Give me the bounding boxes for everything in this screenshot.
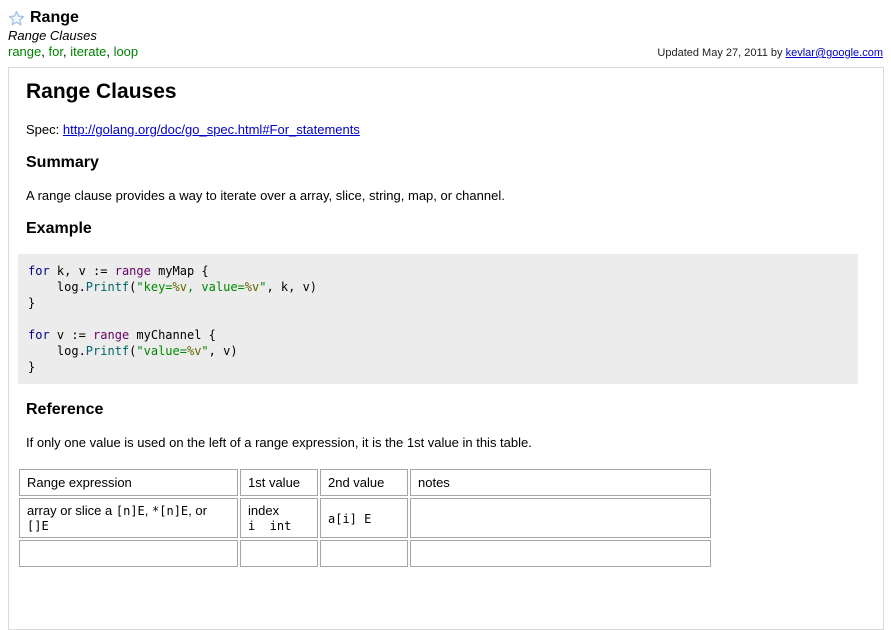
table-cell: [240, 540, 318, 567]
table-cell: [410, 540, 711, 567]
table-row: array or slice a [n]E, *[n]E, or []E ind…: [19, 498, 711, 538]
spec-link[interactable]: http://golang.org/doc/go_spec.html#For_s…: [63, 122, 360, 137]
code-token: myChannel {: [129, 328, 216, 342]
document-title: Range Clauses: [26, 79, 866, 104]
code-token: , k, v): [266, 280, 317, 294]
code-line-blank: [28, 311, 848, 327]
table-cell: [320, 540, 408, 567]
code-line: for v := range myChannel {: [28, 327, 848, 343]
code-line: for k, v := range myMap {: [28, 263, 848, 279]
title-line: Range: [8, 9, 883, 27]
cell-code: []E: [27, 519, 49, 533]
table-cell-2nd-value: a[i] E: [320, 498, 408, 538]
column-header-range-expression: Range expression: [19, 469, 238, 496]
updated-text: Updated May 27, 2011 by: [657, 47, 785, 59]
section-heading-reference: Reference: [26, 401, 866, 419]
code-token: v :=: [50, 328, 93, 342]
code-token: k, v :=: [50, 264, 115, 278]
tag-link-range[interactable]: range: [8, 44, 41, 59]
spec-label: Spec:: [26, 122, 63, 137]
code-token: , v): [209, 344, 238, 358]
spec-line: Spec: http://golang.org/doc/go_spec.html…: [26, 122, 866, 137]
code-token: for: [28, 328, 50, 342]
code-token: "value=: [136, 344, 187, 358]
cell-code: i int: [248, 519, 291, 533]
code-token: }: [28, 360, 35, 374]
code-line: log.Printf("key=%v, value=%v", k, v): [28, 279, 848, 295]
wiki-page-subtitle: Range Clauses: [8, 28, 883, 43]
table-cell: [19, 540, 238, 567]
code-token: myMap {: [151, 264, 209, 278]
section-heading-example: Example: [26, 220, 866, 238]
table-cell-1st-value: index i int: [240, 498, 318, 538]
code-token: %v: [173, 280, 187, 294]
document-body: Range Clauses Spec: http://golang.org/do…: [8, 67, 884, 630]
tag-link-iterate[interactable]: iterate: [70, 44, 106, 59]
code-token: Printf: [86, 344, 129, 358]
code-token: ": [201, 344, 208, 358]
code-token: Printf: [86, 280, 129, 294]
cell-text: index: [248, 503, 279, 518]
code-token: "key=: [136, 280, 172, 294]
cell-code: [n]E: [116, 504, 145, 518]
code-token: range: [115, 264, 151, 278]
code-block: for k, v := range myMap { log.Printf("ke…: [18, 254, 858, 384]
code-line: }: [28, 295, 848, 311]
section-heading-summary: Summary: [26, 154, 866, 172]
table-cell-notes: [410, 498, 711, 538]
column-header-2nd-value: 2nd value: [320, 469, 408, 496]
code-token: %v: [245, 280, 259, 294]
column-header-notes: notes: [410, 469, 711, 496]
summary-text: A range clause provides a way to iterate…: [26, 188, 866, 203]
code-line: log.Printf("value=%v", v): [28, 343, 848, 359]
cell-text: array or slice a: [27, 503, 116, 518]
reference-intro: If only one value is used on the left of…: [26, 435, 866, 450]
tag-link-for[interactable]: for: [48, 44, 62, 59]
table-header-row: Range expression 1st value 2nd value not…: [19, 469, 711, 496]
code-token: %v: [187, 344, 201, 358]
tag-list: range, for, iterate, loop: [8, 44, 138, 60]
code-token: log.: [28, 280, 86, 294]
updated-line: Updated May 27, 2011 by kevlar@google.co…: [657, 46, 883, 60]
author-email-link[interactable]: kevlar@google.com: [786, 47, 883, 59]
tag-separator: ,: [106, 44, 113, 59]
reference-table: Range expression 1st value 2nd value not…: [17, 467, 713, 569]
cell-text: , or: [188, 503, 207, 518]
code-token: }: [28, 296, 35, 310]
code-token: range: [93, 328, 129, 342]
cell-code: a[i] E: [328, 512, 371, 526]
tag-link-loop[interactable]: loop: [114, 44, 139, 59]
star-icon[interactable]: [8, 10, 25, 27]
code-token: , value=: [187, 280, 245, 294]
page-header: Range Range Clauses range, for, iterate,…: [0, 0, 891, 60]
wiki-page-title: Range: [30, 9, 79, 27]
code-token: for: [28, 264, 50, 278]
code-token: log.: [28, 344, 86, 358]
column-header-1st-value: 1st value: [240, 469, 318, 496]
table-row-partial: [19, 540, 711, 567]
cell-text: ,: [145, 503, 152, 518]
cell-code: *[n]E: [152, 504, 188, 518]
meta-line: range, for, iterate, loop Updated May 27…: [8, 44, 883, 60]
table-cell-range-expression: array or slice a [n]E, *[n]E, or []E: [19, 498, 238, 538]
code-line: }: [28, 359, 848, 375]
